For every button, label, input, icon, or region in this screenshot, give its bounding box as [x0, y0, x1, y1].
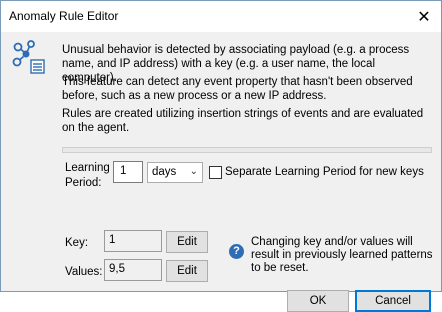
separator — [62, 147, 432, 153]
close-icon[interactable]: ✕ — [413, 7, 435, 27]
learning-period-unit-select[interactable]: days ⌄ — [147, 162, 203, 183]
edit-values-button[interactable]: Edit — [166, 260, 208, 282]
description-paragraph-2: This feature can detect any event proper… — [62, 76, 413, 102]
ok-button[interactable]: OK — [287, 290, 349, 312]
learning-period-input[interactable]: 1 — [113, 161, 143, 183]
network-rules-icon — [12, 40, 45, 74]
chevron-down-icon: ⌄ — [189, 166, 198, 177]
key-label: Key: — [65, 237, 89, 249]
separate-learning-period-label[interactable]: Separate Learning Period for new keys — [225, 166, 424, 178]
learning-period-label-line2: Period: — [65, 177, 102, 189]
help-text: Changing key and/or values will result i… — [251, 236, 433, 274]
dialog-content: Unusual behavior is detected by associat… — [1, 32, 441, 312]
separate-learning-period-checkbox[interactable] — [209, 166, 222, 179]
anomaly-rule-editor-window: Anomaly Rule Editor ✕ Unusual behavior i… — [0, 0, 442, 312]
learning-period-unit-value: days — [152, 166, 177, 178]
description-paragraph-3: Rules are created utilizing insertion st… — [62, 108, 424, 134]
learning-period-label-line1: Learning — [65, 162, 110, 174]
title-bar: Anomaly Rule Editor ✕ — [1, 1, 441, 32]
edit-key-button[interactable]: Edit — [166, 231, 208, 253]
learning-period-label: Learning Period: — [65, 161, 110, 191]
window-title: Anomaly Rule Editor — [9, 9, 119, 23]
question-icon: ? — [229, 244, 244, 259]
values-field[interactable]: 9,5 — [104, 259, 162, 281]
key-field[interactable]: 1 — [104, 230, 162, 252]
values-label: Values: — [65, 266, 103, 278]
cancel-button[interactable]: Cancel — [355, 290, 431, 312]
